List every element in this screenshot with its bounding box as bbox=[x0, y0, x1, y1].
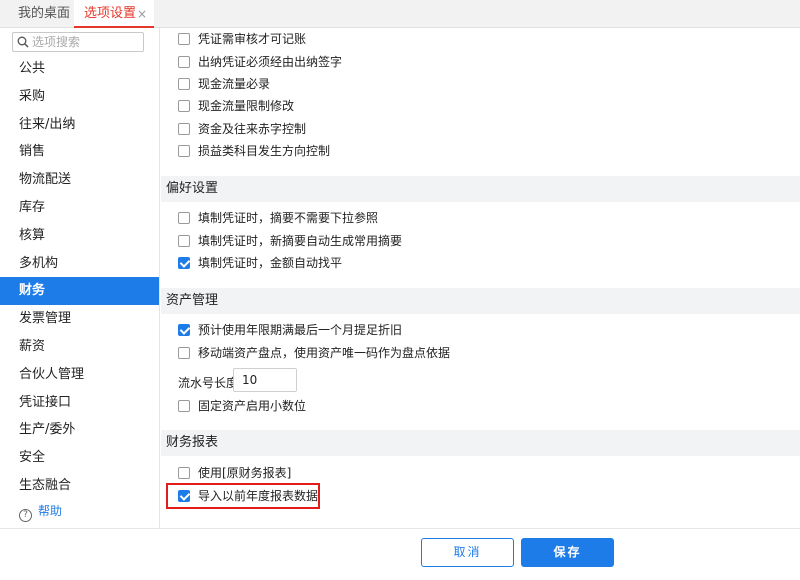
settings-panel: 凭证需审核才可记账 出纳凭证必须经由出纳签字 现金流量必录 现金流量限制修改 资… bbox=[161, 28, 800, 528]
highlight-box bbox=[166, 483, 320, 509]
sidebar-item-invoice[interactable]: 发票管理 bbox=[0, 305, 159, 333]
option-row[interactable]: 填制凭证时，摘要不需要下拉参照 bbox=[178, 209, 378, 227]
option-label: 资金及往来赤字控制 bbox=[198, 122, 307, 136]
option-row[interactable]: 使用[原财务报表] bbox=[178, 464, 291, 482]
sidebar-item-purchase[interactable]: 采购 bbox=[0, 83, 159, 111]
option-label: 固定资产启用小数位 bbox=[198, 399, 307, 413]
checkbox-checked[interactable] bbox=[178, 257, 190, 269]
option-label: 使用[原财务报表] bbox=[198, 466, 292, 480]
sidebar-item-finance[interactable]: 财务 bbox=[0, 277, 159, 306]
option-label: 移动端资产盘点，使用资产唯一码作为盘点依据 bbox=[198, 346, 451, 360]
checkbox[interactable] bbox=[178, 347, 190, 359]
option-row[interactable]: 填制凭证时，新摘要自动生成常用摘要 bbox=[178, 232, 402, 250]
option-row[interactable]: 填制凭证时，金额自动找平 bbox=[178, 254, 342, 272]
checkbox[interactable] bbox=[178, 123, 190, 135]
checkbox[interactable] bbox=[178, 212, 190, 224]
section-header-assets: 资产管理 bbox=[161, 288, 800, 314]
option-label: 现金流量限制修改 bbox=[198, 99, 295, 113]
section-header-reports: 财务报表 bbox=[161, 430, 800, 456]
sidebar-menu: 公共 采购 往来/出纳 销售 物流配送 库存 核算 多机构 财务 发票管理 薪资… bbox=[0, 55, 159, 500]
help-label: 帮助 bbox=[38, 504, 63, 518]
sidebar-item-inventory[interactable]: 库存 bbox=[0, 194, 159, 222]
option-label: 凭证需审核才可记账 bbox=[198, 32, 307, 46]
search-box bbox=[12, 32, 144, 52]
option-label: 填制凭证时，摘要不需要下拉参照 bbox=[198, 211, 379, 225]
tab-option-settings[interactable]: 选项设置 × bbox=[74, 0, 154, 28]
sidebar-item-sales[interactable]: 销售 bbox=[0, 138, 159, 166]
help-icon: ? bbox=[19, 509, 32, 522]
option-row[interactable]: 损益类科目发生方向控制 bbox=[178, 142, 330, 160]
save-button[interactable]: 保存 bbox=[521, 538, 614, 567]
search-icon bbox=[17, 36, 29, 48]
checkbox[interactable] bbox=[178, 100, 190, 112]
option-label: 填制凭证时，金额自动找平 bbox=[198, 256, 343, 270]
checkbox[interactable] bbox=[178, 235, 190, 247]
checkbox[interactable] bbox=[178, 400, 190, 412]
sidebar-item-ecosystem[interactable]: 生态融合 bbox=[0, 472, 159, 500]
sidebar-item-payroll[interactable]: 薪资 bbox=[0, 333, 159, 361]
close-icon[interactable]: × bbox=[137, 0, 147, 28]
sidebar-item-multi-org[interactable]: 多机构 bbox=[0, 250, 159, 278]
serial-length-label: 流水号长度 bbox=[178, 376, 239, 390]
checkbox[interactable] bbox=[178, 78, 190, 90]
option-row[interactable]: 凭证需审核才可记账 bbox=[178, 30, 306, 48]
cancel-button[interactable]: 取消 bbox=[421, 538, 514, 567]
option-row[interactable]: 资金及往来赤字控制 bbox=[178, 120, 306, 138]
tab-my-desktop[interactable]: 我的桌面 bbox=[18, 0, 70, 28]
checkbox[interactable] bbox=[178, 33, 190, 45]
sidebar: 公共 采购 往来/出纳 销售 物流配送 库存 核算 多机构 财务 发票管理 薪资… bbox=[0, 28, 160, 528]
option-label: 填制凭证时，新摘要自动生成常用摘要 bbox=[198, 234, 403, 248]
search-input[interactable] bbox=[32, 34, 140, 50]
checkbox[interactable] bbox=[178, 467, 190, 479]
option-label: 出纳凭证必须经由出纳签字 bbox=[198, 55, 343, 69]
option-row[interactable]: 固定资产启用小数位 bbox=[178, 397, 306, 415]
sidebar-item-partner[interactable]: 合伙人管理 bbox=[0, 361, 159, 389]
footer-bar: 取消 保存 bbox=[0, 528, 800, 580]
option-row[interactable]: 移动端资产盘点，使用资产唯一码作为盘点依据 bbox=[178, 344, 450, 362]
sidebar-item-accounts-cashier[interactable]: 往来/出纳 bbox=[0, 111, 159, 139]
tab-option-settings-label: 选项设置 bbox=[84, 6, 137, 21]
option-label: 现金流量必录 bbox=[198, 77, 271, 91]
serial-length-input[interactable] bbox=[233, 368, 297, 392]
sidebar-item-costing[interactable]: 核算 bbox=[0, 222, 159, 250]
help-link[interactable]: ? 帮助 bbox=[19, 502, 63, 522]
section-header-preferences: 偏好设置 bbox=[161, 176, 800, 202]
sidebar-item-public[interactable]: 公共 bbox=[0, 55, 159, 83]
sidebar-item-voucher-interface[interactable]: 凭证接口 bbox=[0, 389, 159, 417]
option-row[interactable]: 现金流量必录 bbox=[178, 75, 270, 93]
option-row[interactable]: 预计使用年限期满最后一个月提足折旧 bbox=[178, 321, 402, 339]
option-row[interactable]: 出纳凭证必须经由出纳签字 bbox=[178, 53, 342, 71]
tab-bar: 我的桌面 选项设置 × bbox=[0, 0, 800, 28]
sidebar-item-production[interactable]: 生产/委外 bbox=[0, 416, 159, 444]
option-row[interactable]: 现金流量限制修改 bbox=[178, 97, 294, 115]
option-label: 损益类科目发生方向控制 bbox=[198, 144, 331, 158]
option-label: 预计使用年限期满最后一个月提足折旧 bbox=[198, 323, 403, 337]
sidebar-item-security[interactable]: 安全 bbox=[0, 444, 159, 472]
checkbox[interactable] bbox=[178, 56, 190, 68]
checkbox-checked[interactable] bbox=[178, 324, 190, 336]
sidebar-item-logistics[interactable]: 物流配送 bbox=[0, 166, 159, 194]
checkbox[interactable] bbox=[178, 145, 190, 157]
